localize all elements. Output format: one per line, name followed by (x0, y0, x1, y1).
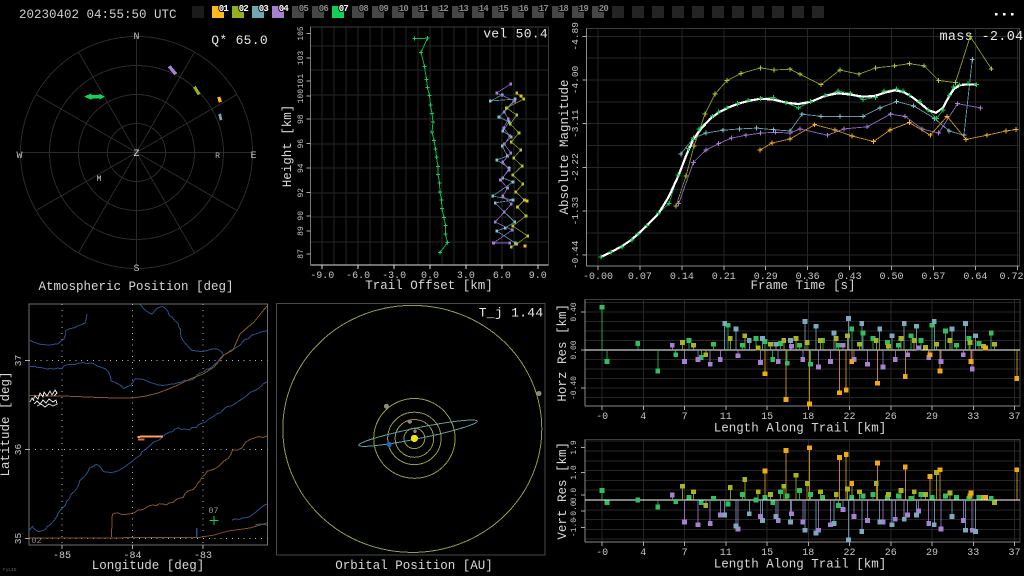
svg-text:18: 18 (559, 4, 569, 14)
svg-text:10: 10 (399, 4, 409, 14)
svg-text:16: 16 (519, 4, 529, 14)
svg-text:1.9: 1.9 (570, 440, 579, 455)
svg-text:mass -2.04: mass -2.04 (939, 30, 1023, 45)
svg-text:87: 87 (297, 249, 306, 259)
svg-text:14: 14 (479, 4, 490, 14)
svg-text:20: 20 (599, 4, 609, 14)
svg-text:Frame Time [s]: Frame Time [s] (750, 279, 855, 293)
svg-text:4: 4 (640, 548, 646, 559)
svg-text:-1.0: -1.0 (570, 518, 579, 537)
svg-text:105: 105 (297, 26, 306, 41)
svg-text:Length Along Trail [km]: Length Along Trail [km] (714, 558, 887, 572)
svg-text:-0.00: -0.00 (583, 272, 613, 283)
svg-text:Height [km]: Height [km] (281, 105, 295, 188)
svg-text:6.0: 6.0 (493, 271, 511, 282)
svg-text:04: 04 (279, 4, 290, 14)
svg-text:0.40: 0.40 (570, 302, 579, 321)
svg-text:89: 89 (297, 226, 306, 236)
svg-text:02: 02 (31, 536, 41, 546)
svg-text:37: 37 (13, 355, 24, 366)
svg-text:-0: -0 (596, 548, 608, 559)
svg-text:07: 07 (208, 506, 218, 516)
svg-text:0.14: 0.14 (670, 272, 694, 283)
svg-text:17: 17 (539, 4, 549, 14)
svg-text:0.21: 0.21 (712, 272, 736, 283)
svg-text:-0.0: -0.0 (570, 501, 579, 520)
svg-text:98: 98 (297, 114, 306, 124)
svg-text:E: E (250, 151, 256, 162)
svg-text:101: 101 (297, 74, 306, 89)
svg-text:26: 26 (885, 412, 897, 423)
svg-text:Length Along Trail [km]: Length Along Trail [km] (714, 422, 887, 436)
svg-text:0.57: 0.57 (921, 272, 945, 283)
svg-text:36: 36 (13, 444, 24, 456)
svg-text:-4.89: -4.89 (570, 22, 581, 51)
svg-text:26: 26 (885, 548, 897, 559)
svg-text:37: 37 (1008, 412, 1020, 423)
svg-text:11: 11 (419, 4, 430, 14)
svg-text:R: R (215, 152, 220, 161)
svg-text:vel 50.4: vel 50.4 (483, 27, 548, 42)
svg-text:W: W (16, 151, 22, 162)
svg-text:07: 07 (339, 4, 349, 14)
svg-text:Vert Res [km]: Vert Res [km] (556, 442, 570, 540)
svg-text:96: 96 (297, 139, 306, 149)
svg-text:9.0: 9.0 (529, 271, 547, 282)
svg-text:92: 92 (297, 188, 306, 198)
svg-text:Trail Offset [km]: Trail Offset [km] (365, 279, 493, 293)
svg-text:4: 4 (640, 412, 646, 423)
svg-text:20230402 04:55:50 UTC: 20230402 04:55:50 UTC (19, 8, 177, 22)
svg-text:-0.44: -0.44 (570, 240, 581, 269)
svg-text:02: 02 (239, 4, 249, 14)
svg-text:Z: Z (133, 149, 139, 160)
svg-text:0.50: 0.50 (879, 272, 903, 283)
svg-text:13: 13 (459, 4, 469, 14)
svg-text:33: 33 (967, 548, 979, 559)
svg-text:Latitude [deg]: Latitude [deg] (0, 371, 13, 476)
svg-text:19: 19 (579, 4, 589, 14)
svg-text:100: 100 (297, 89, 306, 104)
svg-text:N: N (133, 32, 139, 43)
svg-text:03: 03 (259, 4, 269, 14)
svg-text:Absolute Magnitude: Absolute Magnitude (558, 79, 572, 214)
svg-text:29: 29 (926, 548, 938, 559)
svg-text:06: 06 (319, 4, 329, 14)
svg-text:94: 94 (297, 163, 306, 173)
svg-text:1.0: 1.0 (570, 465, 579, 480)
svg-text:7: 7 (682, 412, 688, 423)
svg-text:0.0: 0.0 (570, 488, 579, 503)
svg-text:Q* 65.0: Q* 65.0 (211, 33, 268, 48)
svg-text:S: S (133, 264, 139, 275)
svg-text:33: 33 (967, 412, 979, 423)
svg-text:01: 01 (219, 4, 230, 14)
svg-text:0.64: 0.64 (963, 272, 987, 283)
svg-text:09: 09 (379, 4, 389, 14)
svg-text:90: 90 (297, 211, 306, 221)
svg-text:0.72: 0.72 (999, 272, 1023, 283)
svg-text:0.07: 0.07 (628, 272, 652, 283)
svg-text:Atmospheric Position [deg]: Atmospheric Position [deg] (38, 280, 233, 294)
svg-text:Longitude [deg]: Longitude [deg] (92, 559, 205, 573)
svg-text:29: 29 (926, 412, 938, 423)
svg-text:T_j 1.44: T_j 1.44 (479, 306, 544, 321)
svg-text:15: 15 (499, 4, 509, 14)
svg-text:-9.0: -9.0 (310, 271, 334, 282)
svg-text:05: 05 (299, 4, 309, 14)
svg-text:Orbital Position [AU]: Orbital Position [AU] (335, 559, 493, 573)
svg-text:-0: -0 (596, 412, 608, 423)
svg-text:Horz Res [km]: Horz Res [km] (556, 304, 570, 402)
svg-text:12: 12 (439, 4, 449, 14)
svg-text:-0.40: -0.40 (570, 376, 579, 400)
svg-text:08: 08 (359, 4, 369, 14)
svg-text:-85: -85 (53, 551, 71, 562)
svg-text:103: 103 (297, 51, 306, 66)
svg-text:FyLIG: FyLIG (3, 567, 17, 573)
svg-text:37: 37 (1008, 548, 1020, 559)
svg-text:7: 7 (682, 548, 688, 559)
svg-text:35: 35 (13, 533, 24, 545)
svg-text:0.00: 0.00 (570, 340, 579, 359)
svg-text:M: M (97, 175, 102, 184)
